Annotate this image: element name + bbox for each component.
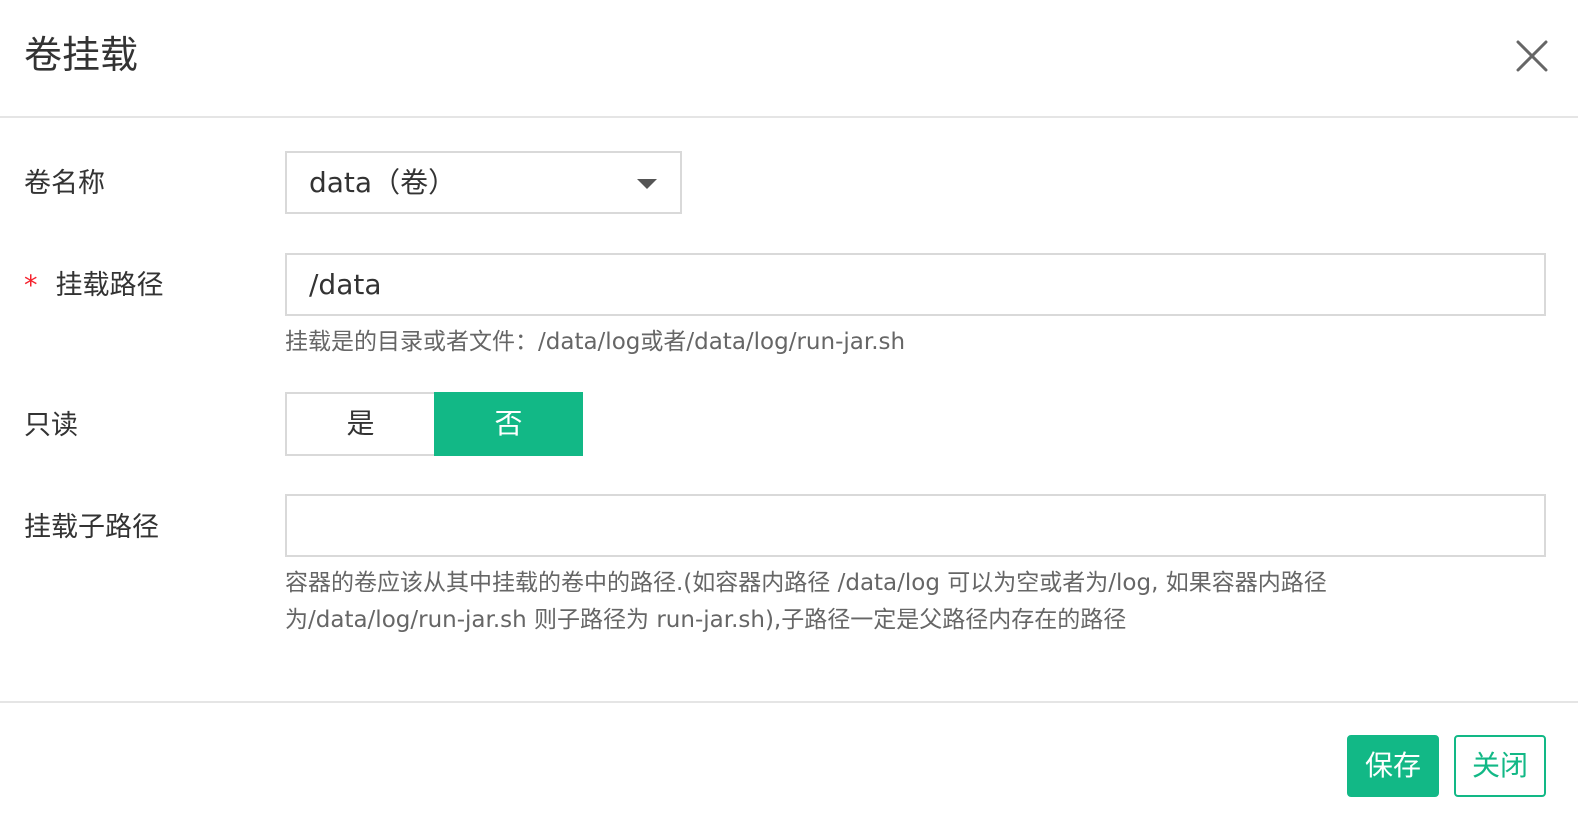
- dialog-title: 卷挂载: [24, 33, 139, 77]
- mount-path-help: 挂载是的目录或者文件：/data/log或者/data/log/run-jar.…: [285, 329, 906, 355]
- mount-path-label: 挂载路径: [55, 270, 164, 301]
- read-only-yes-option[interactable]: 是: [285, 392, 434, 456]
- read-only-toggle: 是 否: [285, 392, 583, 456]
- sub-path-input[interactable]: [285, 494, 1546, 557]
- save-button[interactable]: 保存: [1347, 735, 1439, 797]
- volume-name-label: 卷名称: [24, 168, 105, 199]
- sub-path-help-line1: 容器的卷应该从其中挂载的卷中的路径.(如容器内路径 /data/log 可以为空…: [285, 570, 1327, 596]
- mount-path-label-group: * 挂载路径: [24, 268, 164, 304]
- dialog-header: 卷挂载: [0, 0, 1578, 118]
- close-dialog-button[interactable]: 关闭: [1454, 735, 1546, 797]
- footer-divider: [0, 701, 1578, 703]
- sub-path-label: 挂载子路径: [24, 512, 159, 543]
- read-only-label: 只读: [24, 410, 78, 441]
- caret-down-icon: [637, 179, 657, 189]
- sub-path-help-line2: 为/data/log/run-jar.sh 则子路径为 run-jar.sh),…: [285, 607, 1127, 633]
- required-mark: *: [24, 270, 38, 301]
- read-only-no-option[interactable]: 否: [434, 392, 583, 456]
- volume-mount-dialog: 卷挂载 卷名称 data（卷） * 挂载路径 挂载是的目录或者文件：/data/l…: [0, 0, 1578, 824]
- mount-path-input[interactable]: [285, 253, 1546, 316]
- volume-name-select[interactable]: data（卷）: [285, 151, 682, 214]
- volume-name-value: data（卷）: [309, 166, 457, 199]
- close-button[interactable]: [1510, 34, 1554, 78]
- close-icon: [1516, 40, 1548, 72]
